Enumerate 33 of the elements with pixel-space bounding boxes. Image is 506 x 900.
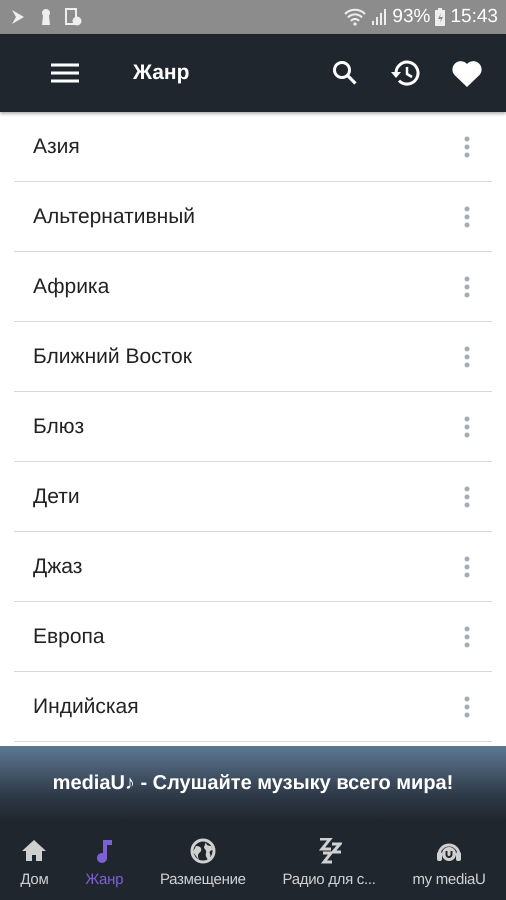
more-options-icon[interactable] bbox=[464, 416, 470, 438]
clock: 15:43 bbox=[450, 6, 498, 28]
sleep-icon bbox=[316, 838, 342, 864]
genre-item[interactable]: Джаз bbox=[33, 554, 464, 578]
globe-icon bbox=[190, 838, 216, 864]
wifi-icon bbox=[344, 8, 366, 26]
genre-item[interactable]: Дети bbox=[33, 484, 464, 508]
more-options-icon[interactable] bbox=[464, 276, 470, 298]
signal-icon bbox=[371, 8, 388, 26]
more-options-icon[interactable] bbox=[464, 696, 470, 718]
genre-item[interactable]: Блюз bbox=[33, 414, 464, 438]
more-options-icon[interactable] bbox=[464, 626, 470, 648]
nav-tab[interactable]: Дом bbox=[2, 820, 67, 900]
screen-title: Жанр bbox=[133, 61, 190, 85]
more-options-icon[interactable] bbox=[464, 206, 470, 228]
genre-item[interactable]: Ближний Восток bbox=[33, 344, 464, 368]
battery-percent: 93% bbox=[392, 6, 430, 28]
keyhole-icon bbox=[40, 8, 52, 26]
more-options-icon[interactable] bbox=[464, 556, 470, 578]
genre-item[interactable]: Африка bbox=[33, 274, 464, 298]
screen-timer-icon bbox=[64, 8, 82, 26]
home-icon bbox=[21, 838, 48, 864]
nav-tab[interactable]: Размещение bbox=[142, 820, 264, 900]
nav-tab[interactable]: my mediaU bbox=[394, 820, 504, 900]
more-options-icon[interactable] bbox=[464, 136, 470, 158]
more-options-icon[interactable] bbox=[464, 486, 470, 508]
more-options-icon[interactable] bbox=[464, 346, 470, 368]
genre-item[interactable]: Альтернативный bbox=[33, 204, 464, 228]
genre-item[interactable]: Азия bbox=[33, 134, 464, 158]
nav-tab[interactable]: Радио для с... bbox=[264, 820, 394, 900]
genre-item[interactable]: Европа bbox=[33, 624, 464, 648]
battery-icon bbox=[435, 8, 446, 26]
genre-item[interactable]: Индийская bbox=[33, 694, 464, 718]
